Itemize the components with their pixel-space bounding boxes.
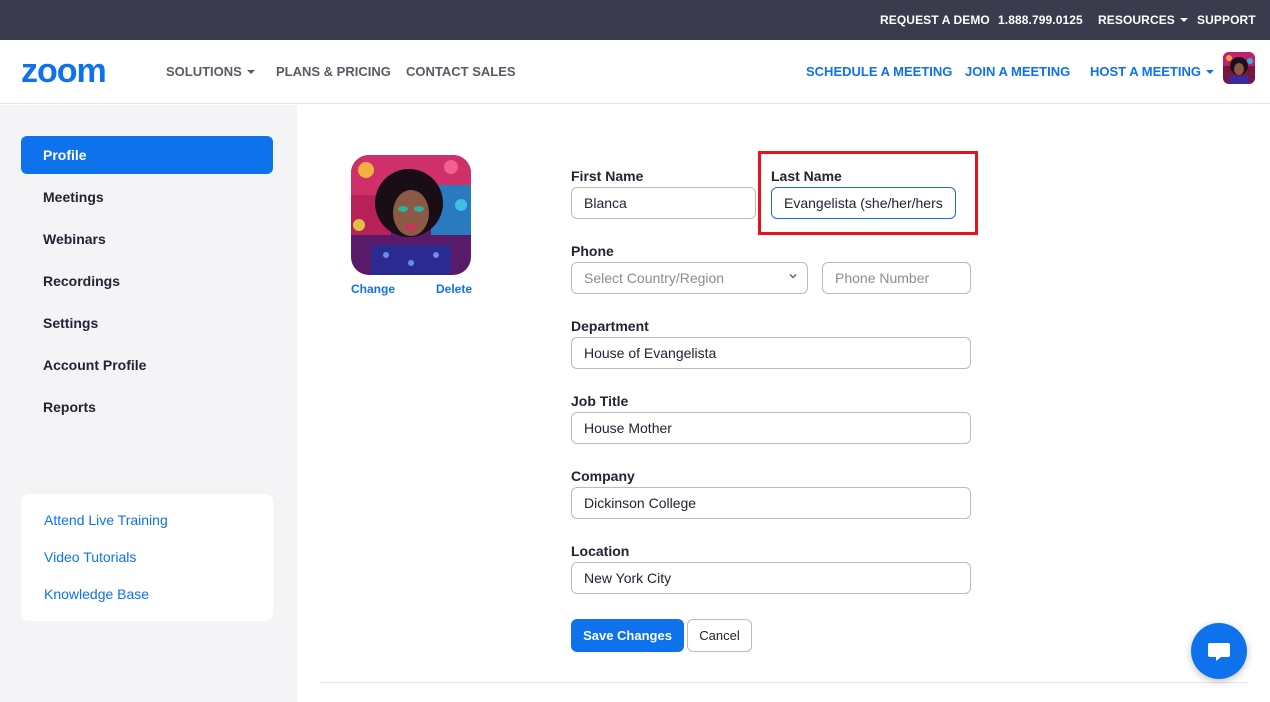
job-title-field[interactable] xyxy=(571,412,971,444)
phone-number-link[interactable]: 1.888.799.0125 xyxy=(998,0,1083,40)
nav-host-meeting-label: HOST A MEETING xyxy=(1090,64,1201,79)
country-region-select[interactable]: Select Country/Region xyxy=(571,262,808,294)
nav-plans-pricing[interactable]: PLANS & PRICING xyxy=(276,40,391,104)
sidebar-item-settings[interactable]: Settings xyxy=(21,304,273,342)
chat-button[interactable] xyxy=(1191,623,1247,679)
avatar-image xyxy=(1223,52,1255,84)
zoom-logo[interactable]: zoom xyxy=(21,56,133,88)
avatar[interactable] xyxy=(1223,52,1255,84)
nav-contact-sales[interactable]: CONTACT SALES xyxy=(406,40,516,104)
nav-solutions[interactable]: SOLUTIONS xyxy=(166,40,255,104)
chat-bubble-icon xyxy=(1208,643,1230,661)
company-label: Company xyxy=(571,468,635,484)
nav-schedule-meeting[interactable]: SCHEDULE A MEETING xyxy=(806,40,952,104)
knowledge-base-link[interactable]: Knowledge Base xyxy=(44,586,149,602)
resources-menu[interactable]: RESOURCES xyxy=(1098,0,1188,40)
sidebar-item-account-profile[interactable]: Account Profile xyxy=(21,346,273,384)
nav-host-meeting[interactable]: HOST A MEETING xyxy=(1090,40,1214,104)
location-field[interactable] xyxy=(571,562,971,594)
sidebar: Profile Meetings Webinars Recordings Set… xyxy=(0,105,297,702)
caret-down-icon xyxy=(1179,17,1188,22)
caret-down-icon xyxy=(1205,69,1214,74)
phone-number-field[interactable] xyxy=(822,262,971,294)
caret-down-icon xyxy=(246,69,255,74)
sidebar-item-reports[interactable]: Reports xyxy=(21,388,273,426)
bottom-divider xyxy=(320,682,1248,683)
nav-solutions-label: SOLUTIONS xyxy=(166,64,242,79)
delete-photo-link[interactable]: Delete xyxy=(436,282,472,296)
department-field[interactable] xyxy=(571,337,971,369)
country-region-placeholder: Select Country/Region xyxy=(584,270,725,286)
sidebar-item-meetings[interactable]: Meetings xyxy=(21,178,273,216)
attend-live-training-link[interactable]: Attend Live Training xyxy=(44,512,168,528)
resources-label: RESOURCES xyxy=(1098,13,1175,27)
last-name-highlight-box xyxy=(758,151,978,235)
job-title-label: Job Title xyxy=(571,393,629,409)
profile-photo xyxy=(351,155,471,275)
main-header: zoom SOLUTIONS PLANS & PRICING CONTACT S… xyxy=(0,40,1270,104)
location-label: Location xyxy=(571,543,630,559)
video-tutorials-link[interactable]: Video Tutorials xyxy=(44,549,136,565)
sidebar-item-webinars[interactable]: Webinars xyxy=(21,220,273,258)
company-field[interactable] xyxy=(571,487,971,519)
zoom-logo-text: zoom xyxy=(21,56,106,88)
support-link[interactable]: SUPPORT xyxy=(1197,0,1256,40)
phone-label: Phone xyxy=(571,243,614,259)
save-changes-button[interactable]: Save Changes xyxy=(571,619,684,652)
sidebar-item-profile[interactable]: Profile xyxy=(21,136,273,174)
help-links-box: Attend Live Training Video Tutorials Kno… xyxy=(21,494,273,621)
nav-join-meeting[interactable]: JOIN A MEETING xyxy=(965,40,1070,104)
profile-photo-image xyxy=(351,155,471,275)
first-name-label: First Name xyxy=(571,168,644,184)
first-name-field[interactable] xyxy=(571,187,756,219)
top-utility-bar: REQUEST A DEMO 1.888.799.0125 RESOURCES … xyxy=(0,0,1270,40)
department-label: Department xyxy=(571,318,649,334)
chevron-down-icon xyxy=(789,274,797,279)
request-demo-link[interactable]: REQUEST A DEMO xyxy=(880,0,990,40)
change-photo-link[interactable]: Change xyxy=(351,282,395,296)
cancel-button[interactable]: Cancel xyxy=(687,619,752,652)
sidebar-item-recordings[interactable]: Recordings xyxy=(21,262,273,300)
